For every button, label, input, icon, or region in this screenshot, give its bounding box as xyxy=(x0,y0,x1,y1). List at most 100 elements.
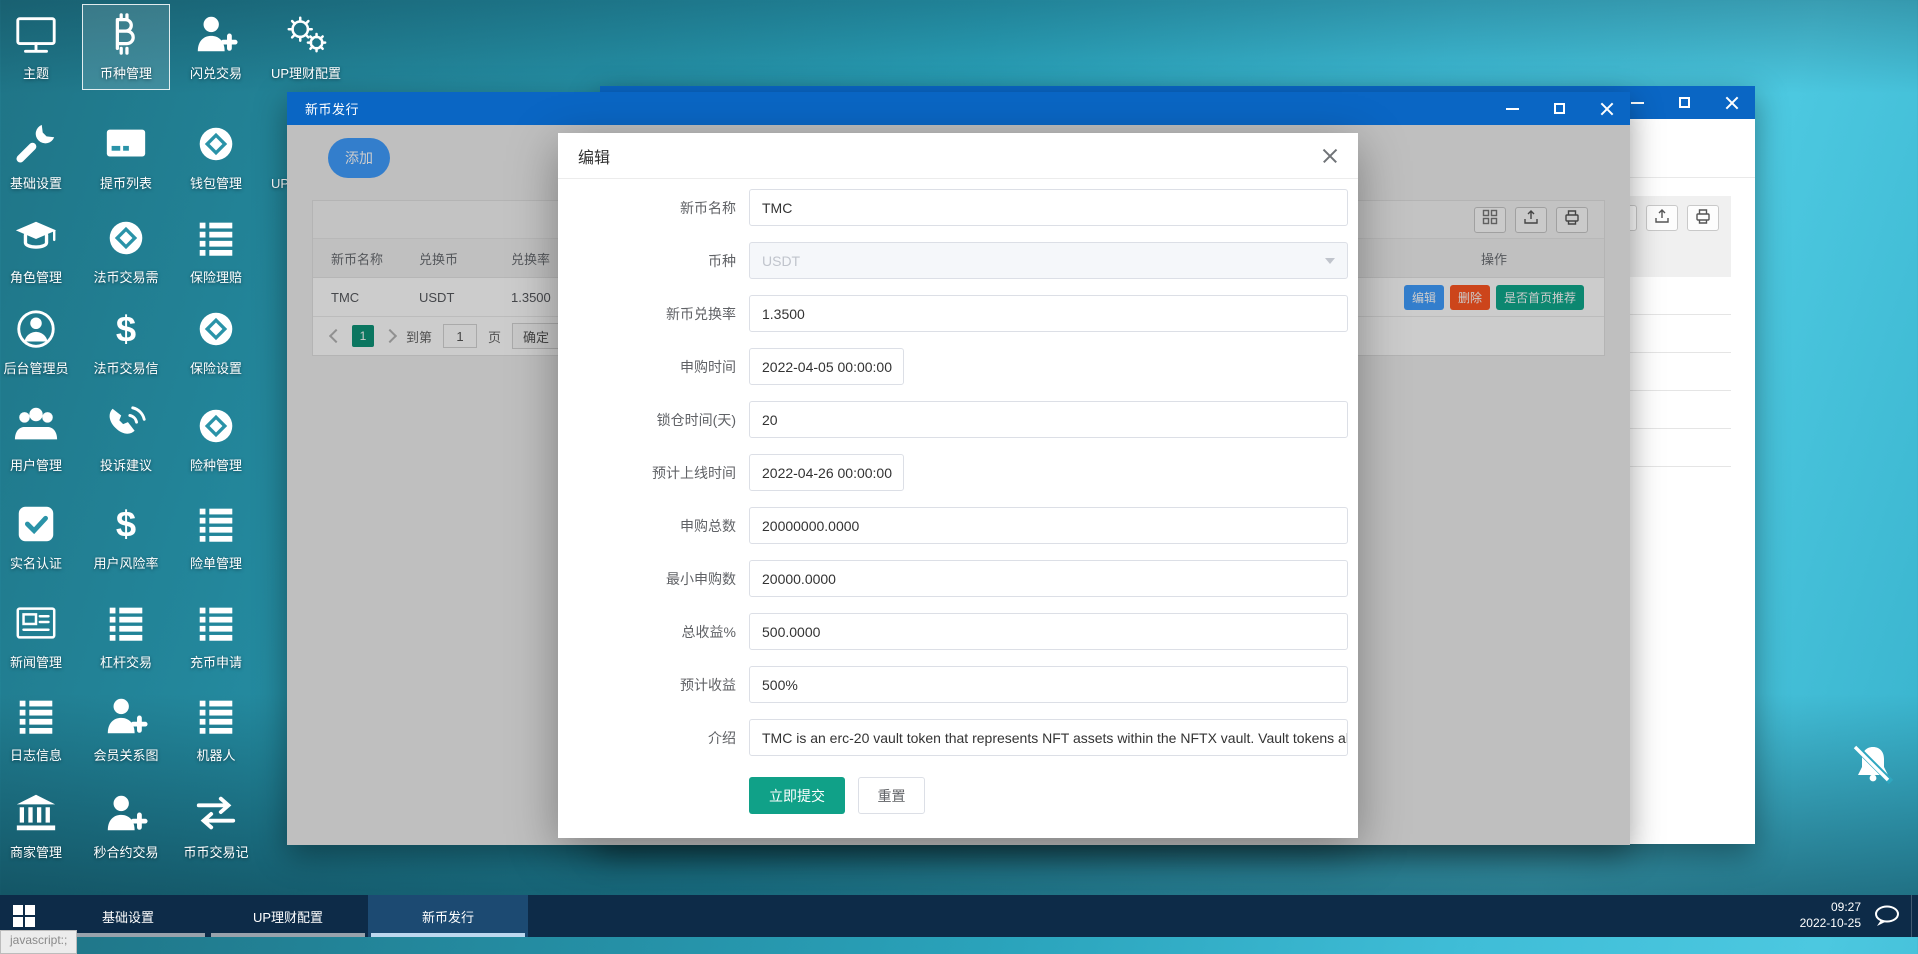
list-icon xyxy=(102,599,150,647)
user-circle-icon xyxy=(12,305,60,353)
field-input[interactable]: 500.0000 xyxy=(749,613,1348,650)
clock-date: 2022-10-25 xyxy=(1800,916,1861,932)
taskbar-tab-indicator xyxy=(211,933,365,937)
desktop-icon-item[interactable]: 币种管理 xyxy=(82,4,170,90)
desktop-icon-label: 法币交易需 xyxy=(83,267,169,286)
desktop-icon-item[interactable]: 保险理赔 xyxy=(172,208,260,294)
svg-text:$: $ xyxy=(116,503,136,544)
close-icon xyxy=(1600,102,1614,116)
desktop-icon-item[interactable]: 实名认证 xyxy=(0,494,80,580)
svg-text:$: $ xyxy=(116,308,136,349)
desktop-icon-item[interactable]: 险种管理 xyxy=(172,396,260,482)
desktop-icon-label: 机器人 xyxy=(173,745,259,764)
grad-cap-icon xyxy=(12,214,60,262)
list-icon xyxy=(192,599,240,647)
desktop-icon-item[interactable]: 保险设置 xyxy=(172,299,260,385)
desktop-icon-item[interactable]: 钱包管理 xyxy=(172,114,260,200)
desktop-icon-item[interactable]: 日志信息 xyxy=(0,686,80,772)
field-input[interactable]: 20 xyxy=(749,401,1348,438)
field-input[interactable]: 2022-04-05 00:00:00 xyxy=(749,348,904,385)
dialog-header: 编辑 xyxy=(558,133,1358,179)
print-button[interactable] xyxy=(1687,205,1719,231)
desktop-icon-item[interactable]: $用户风险率 xyxy=(82,494,170,580)
desktop-icon-item[interactable]: 新闻管理 xyxy=(0,593,80,679)
desktop-icon-item[interactable]: 用户管理 xyxy=(0,396,80,482)
desktop-icon-item[interactable]: 会员关系图 xyxy=(82,686,170,772)
list-icon xyxy=(192,214,240,262)
chevron-down-icon xyxy=(1325,258,1335,264)
desktop-icon-item[interactable]: 险单管理 xyxy=(172,494,260,580)
print-icon xyxy=(1695,208,1711,229)
user-plus-icon xyxy=(192,10,240,58)
desktop-icon-item[interactable]: 投诉建议 xyxy=(82,396,170,482)
submit-button[interactable]: 立即提交 xyxy=(749,777,845,814)
desktop-icon-label: 钱包管理 xyxy=(173,173,259,192)
desktop-icon-item[interactable]: 币币交易记 xyxy=(172,783,260,869)
list-icon xyxy=(192,500,240,548)
desktop-icon-item[interactable]: 角色管理 xyxy=(0,208,80,294)
desktop-icon-label: 保险理赔 xyxy=(173,267,259,286)
field-input[interactable]: 20000000.0000 xyxy=(749,507,1348,544)
taskbar-tab-label: 基础设置 xyxy=(102,907,154,926)
desktop-icon-item[interactable]: 法币交易需 xyxy=(82,208,170,294)
desktop-icon-item[interactable]: $法币交易信 xyxy=(82,299,170,385)
field-input[interactable]: 2022-04-26 00:00:00 xyxy=(749,454,904,491)
newspaper-icon xyxy=(12,599,60,647)
desktop-icon-item[interactable]: 后台管理员 xyxy=(0,299,80,385)
field-label: 最小申购数 xyxy=(558,569,749,589)
swap-icon xyxy=(192,789,240,837)
maximize-button[interactable] xyxy=(1661,86,1708,119)
currency-select[interactable]: USDT xyxy=(749,242,1348,279)
field-value: 20 xyxy=(762,412,778,428)
taskbar-clock[interactable]: 09:27 2022-10-25 xyxy=(1800,900,1861,931)
show-desktop-separator[interactable] xyxy=(1911,895,1912,937)
export-button[interactable] xyxy=(1646,205,1678,231)
maximize-button[interactable] xyxy=(1536,92,1583,125)
desktop-icon-item[interactable]: 杠杆交易 xyxy=(82,593,170,679)
desktop-icon-label: 保险设置 xyxy=(173,358,259,377)
field-input[interactable]: 500% xyxy=(749,666,1348,703)
desktop-icon-item[interactable]: 充币申请 xyxy=(172,593,260,679)
field-input[interactable]: TMC xyxy=(749,189,1348,226)
field-value: 20000.0000 xyxy=(762,571,836,587)
desktop-icon-item[interactable]: 秒合约交易 xyxy=(82,783,170,869)
minimize-button[interactable] xyxy=(1489,92,1536,125)
notifications-button[interactable] xyxy=(1873,904,1901,928)
bell-muted-icon[interactable] xyxy=(1848,740,1898,795)
field-value: USDT xyxy=(762,253,800,269)
close-button[interactable] xyxy=(1583,92,1630,125)
desktop-icon-item[interactable]: 主题 xyxy=(0,4,80,90)
front-window-titlebar[interactable]: 新币发行 xyxy=(287,92,1630,125)
field-input[interactable]: TMC is an erc-20 vault token that repres… xyxy=(749,719,1348,756)
desktop-icon-item[interactable]: 商家管理 xyxy=(0,783,80,869)
maximize-icon xyxy=(1554,103,1565,114)
field-label: 币种 xyxy=(558,251,749,271)
desktop-icon-item[interactable]: 机器人 xyxy=(172,686,260,772)
field-label: 申购时间 xyxy=(558,357,749,377)
taskbar-tab[interactable]: 新币发行 xyxy=(368,895,528,937)
desktop-icon-item[interactable]: 提币列表 xyxy=(82,114,170,200)
user-plus-icon xyxy=(102,789,150,837)
phone-icon xyxy=(102,402,150,450)
field-label: 申购总数 xyxy=(558,516,749,536)
field-value: 1.3500 xyxy=(762,306,805,322)
check-square-icon xyxy=(12,500,60,548)
desktop-icon-item[interactable]: 闪兑交易 xyxy=(172,4,260,90)
form-row: 币种 USDT xyxy=(558,242,1358,279)
dialog-close-button[interactable] xyxy=(1322,148,1338,164)
desktop-icon-item[interactable]: UP理财配置 xyxy=(262,4,350,90)
form-row: 新币名称TMC xyxy=(558,189,1358,226)
form-row: 预计收益500% xyxy=(558,666,1358,703)
close-button[interactable] xyxy=(1708,86,1755,119)
field-label: 新币名称 xyxy=(558,198,749,218)
field-label: 预计收益 xyxy=(558,675,749,695)
reset-button[interactable]: 重置 xyxy=(858,777,925,814)
desktop-icon-item[interactable]: 基础设置 xyxy=(0,114,80,200)
circle-diamond-icon xyxy=(192,305,240,353)
taskbar-tab[interactable]: UP理财配置 xyxy=(208,895,368,937)
field-input[interactable]: 20000.0000 xyxy=(749,560,1348,597)
taskbar: 基础设置 UP理财配置新币发行 09:27 2022-10-25 xyxy=(0,895,1918,937)
desktop-icon-label: 秒合约交易 xyxy=(83,842,169,861)
users-icon xyxy=(12,402,60,450)
field-input[interactable]: 1.3500 xyxy=(749,295,1348,332)
